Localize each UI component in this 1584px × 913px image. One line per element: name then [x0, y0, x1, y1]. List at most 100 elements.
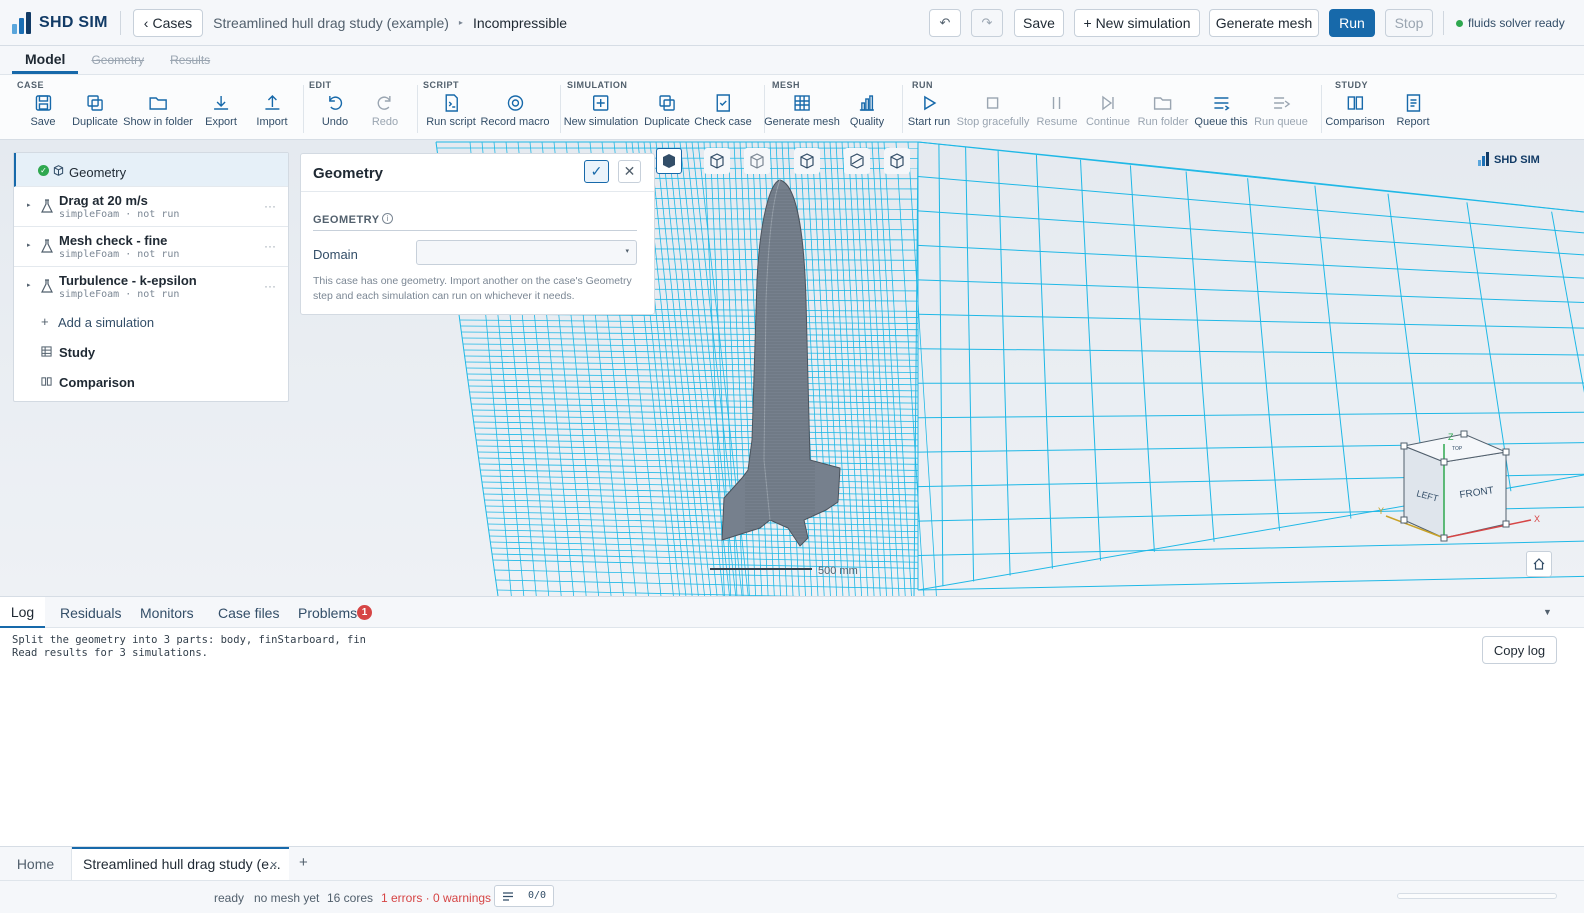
check-circle-icon: ✓ [38, 165, 49, 176]
ribbon-quality-button[interactable]: Quality [850, 93, 884, 133]
ribbon-undo-button[interactable]: Undo [322, 93, 348, 133]
more-icon[interactable]: ··· [264, 239, 276, 253]
more-icon[interactable]: ··· [264, 199, 276, 213]
info-icon[interactable]: i [382, 213, 393, 224]
view-shaded-button[interactable] [656, 148, 682, 174]
ribbon-new-simulation-button[interactable]: New simulation [564, 93, 638, 133]
tree-item-study[interactable]: Study [14, 337, 288, 367]
tab-model[interactable]: Model [12, 46, 79, 74]
undo-button[interactable]: ↶ [929, 9, 961, 37]
ribbon-save-button[interactable]: Save [30, 93, 56, 133]
ribbon-comparison-button[interactable]: Comparison [1325, 93, 1385, 133]
status-mesh: no mesh yet [254, 891, 320, 905]
expand-arrow-icon[interactable]: ▸ [27, 201, 31, 209]
ribbon-resume-button[interactable]: Resume [1037, 93, 1077, 133]
tab-current-case[interactable]: Streamlined hull drag study (e... × [72, 847, 289, 881]
ribbon-record-macro-button[interactable]: Record macro [480, 93, 550, 133]
ribbon: CASE EDIT SCRIPT SIMULATION MESH RUN STU… [0, 74, 1584, 140]
generate-mesh-button[interactable]: Generate mesh [1209, 9, 1319, 37]
ribbon-run-queue-button[interactable]: Run queue [1254, 93, 1308, 133]
list-icon [503, 892, 513, 901]
confirm-button[interactable]: ✓ [584, 160, 609, 183]
tree-item-simulation[interactable]: ▸ Turbulence - k-epsilon simpleFoam · no… [14, 267, 288, 307]
section-underline [313, 230, 637, 231]
view-fit-button[interactable] [884, 148, 910, 174]
group-title-edit: EDIT [309, 80, 332, 90]
view-cube[interactable]: LEFT FRONT TOP X Y Z [1376, 424, 1546, 554]
group-title-study: STUDY [1335, 80, 1369, 90]
tab-monitors[interactable]: Monitors [140, 597, 194, 628]
tree-item-label: Geometry [69, 165, 127, 180]
chevron-left-icon: ‹ [143, 14, 149, 31]
view-wireframe-button[interactable] [704, 148, 730, 174]
ribbon-check-case-button[interactable]: Check case [694, 93, 752, 133]
ribbon-generate-mesh-button[interactable]: Generate mesh [764, 93, 840, 133]
group-title-run: RUN [912, 80, 933, 90]
breadcrumb-case[interactable]: Streamlined hull drag study (example) [213, 15, 449, 31]
problems-count-badge: 1 [357, 605, 372, 620]
ribbon-redo-button[interactable]: Redo [372, 93, 398, 133]
tree-item-comparison[interactable]: Comparison [14, 367, 288, 397]
back-to-cases-button[interactable]: ‹ Cases [132, 8, 204, 37]
save-button[interactable]: Save [1014, 9, 1064, 37]
mesh-line [463, 343, 919, 349]
tab-case-files[interactable]: Case files [218, 597, 279, 628]
domain-select[interactable]: ▾ [416, 240, 637, 265]
add-simulation-button[interactable]: + Add a simulation [14, 307, 288, 337]
copy-log-button[interactable]: Copy log [1482, 636, 1557, 664]
tab-log[interactable]: Log [0, 597, 45, 628]
tree-item-geometry[interactable]: ✓ Geometry [14, 153, 288, 187]
run-queue-icon [1273, 97, 1291, 109]
ribbon-export-button[interactable]: Export [205, 93, 237, 133]
tab-home[interactable]: Home [0, 847, 72, 880]
close-button[interactable]: ✕ [618, 160, 641, 183]
tab-residuals[interactable]: Residuals [60, 597, 121, 628]
ribbon-run-script-button[interactable]: Run script [426, 93, 476, 133]
expand-arrow-icon[interactable]: ▸ [27, 281, 31, 289]
ribbon-sim-duplicate-button[interactable]: Duplicate [644, 93, 690, 133]
home-view-button[interactable] [1526, 551, 1552, 577]
queue-indicator[interactable]: 0/0 [494, 885, 554, 907]
plus-square-icon [593, 95, 609, 111]
run-button[interactable]: Run [1329, 9, 1375, 37]
view-section-button[interactable] [844, 148, 870, 174]
add-tab-button[interactable]: + [299, 854, 308, 871]
ribbon-continue-button[interactable]: Continue [1086, 93, 1130, 133]
status-issues[interactable]: 1 errors · 0 warnings [381, 891, 491, 905]
more-icon[interactable]: ··· [264, 279, 276, 293]
close-icon: ✕ [623, 163, 636, 179]
new-simulation-button[interactable]: + New simulation [1074, 9, 1200, 37]
mesh-line [461, 331, 919, 337]
view-top-button[interactable] [794, 148, 820, 174]
ribbon-stop-gracefully-button[interactable]: Stop gracefully [957, 93, 1029, 133]
group-divider [303, 85, 304, 133]
tab-results[interactable]: Results [157, 46, 223, 74]
redo-button[interactable]: ↷ [971, 9, 1003, 37]
folder-icon [1154, 97, 1172, 110]
ribbon-start-run-button[interactable]: Start run [908, 93, 950, 133]
play-icon [924, 95, 937, 111]
ribbon-show-in-folder-button[interactable]: Show in folder [123, 93, 193, 133]
collapse-panel-icon[interactable]: ▼ [1543, 607, 1552, 617]
tree-item-simulation[interactable]: ▸ Drag at 20 m/s simpleFoam · not run ··… [14, 187, 288, 227]
cube-top-label: TOP [1452, 446, 1463, 452]
solver-status: fluids solver ready [1468, 16, 1565, 30]
mesh-line [1035, 155, 1053, 569]
view-iso-button[interactable] [744, 148, 770, 174]
stop-button[interactable]: Stop [1385, 9, 1433, 37]
tab-problems[interactable]: Problems [298, 597, 357, 628]
tab-geometry[interactable]: Geometry [78, 46, 157, 74]
plus-icon: + [41, 314, 49, 329]
ribbon-run-folder-button[interactable]: Run folder [1138, 93, 1188, 133]
home-icon [1533, 558, 1545, 570]
ribbon-duplicate-button[interactable]: Duplicate [72, 93, 118, 133]
expand-arrow-icon[interactable]: ▸ [27, 241, 31, 249]
ribbon-queue-this-button[interactable]: Queue this [1194, 93, 1248, 133]
redo-icon: ↷ [981, 15, 993, 30]
close-tab-icon[interactable]: × [270, 857, 278, 872]
tree-item-simulation[interactable]: ▸ Mesh check - fine simpleFoam · not run… [14, 227, 288, 267]
mesh-line [965, 147, 975, 582]
ribbon-report-button[interactable]: Report [1396, 93, 1430, 133]
ribbon-import-button[interactable]: Import [256, 93, 288, 133]
cube-solid-icon [663, 154, 675, 168]
